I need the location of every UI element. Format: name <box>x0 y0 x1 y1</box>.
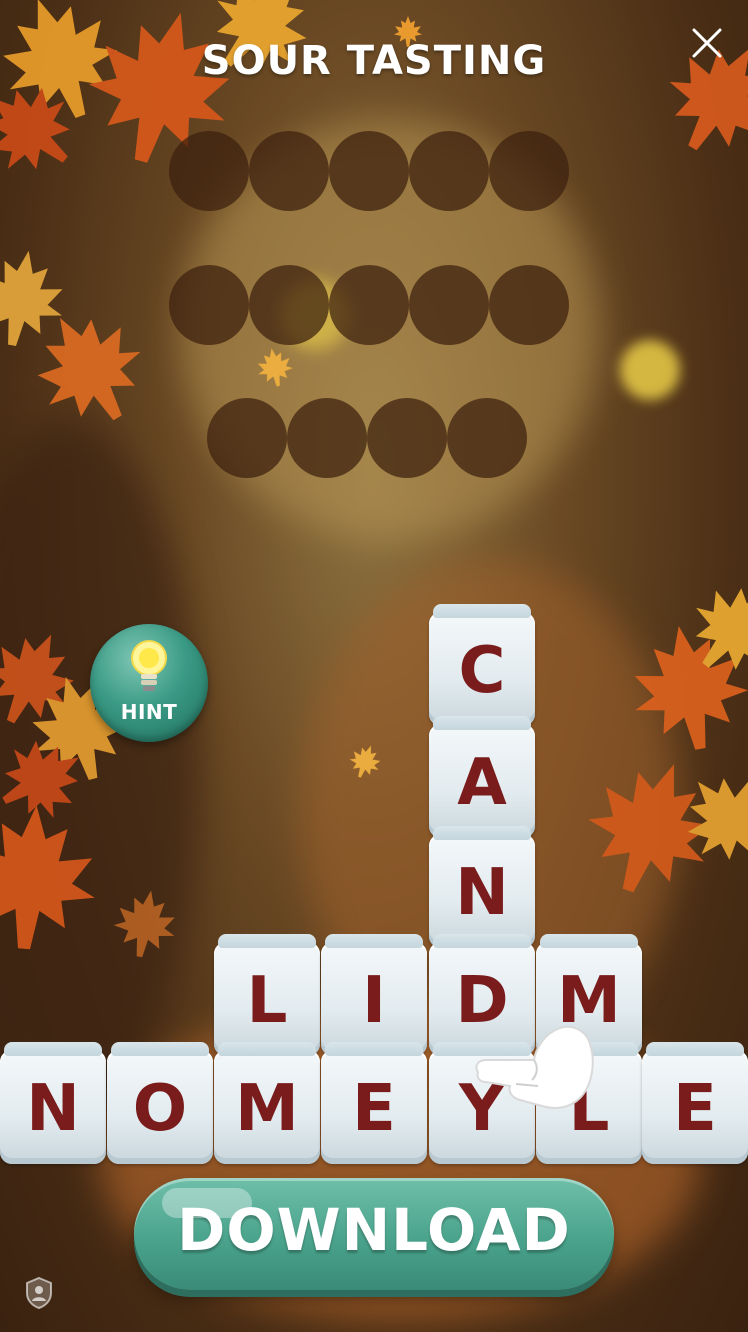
tile-letter: E <box>673 1072 717 1146</box>
letter-slot <box>489 265 569 345</box>
answer-row-3 <box>207 398 527 478</box>
letter-tile[interactable]: N <box>429 826 535 948</box>
letter-tile[interactable]: I <box>321 934 427 1056</box>
letter-slot <box>409 131 489 211</box>
letter-slot <box>489 131 569 211</box>
answer-row-1 <box>169 131 569 211</box>
letter-slot <box>329 265 409 345</box>
hint-label: HINT <box>120 700 178 724</box>
letter-tile[interactable]: L <box>214 934 320 1056</box>
letter-slot <box>287 398 367 478</box>
letter-tile[interactable]: C <box>429 604 535 726</box>
answer-row-2 <box>169 265 569 345</box>
letter-slot <box>207 398 287 478</box>
download-button[interactable]: DOWNLOAD <box>134 1178 614 1290</box>
tile-letter: M <box>235 1072 299 1146</box>
tile-letter: L <box>246 964 288 1038</box>
tile-letter: N <box>26 1072 80 1146</box>
letter-slot <box>169 265 249 345</box>
letter-slot <box>447 398 527 478</box>
letter-slot <box>169 131 249 211</box>
close-icon[interactable] <box>686 22 728 64</box>
letter-tile[interactable]: M <box>214 1042 320 1164</box>
letter-slot <box>249 265 329 345</box>
shield-user-icon[interactable] <box>24 1276 54 1310</box>
letter-slot <box>249 131 329 211</box>
letter-slot <box>367 398 447 478</box>
tile-letter: O <box>132 1072 188 1146</box>
letter-tile[interactable]: E <box>642 1042 748 1164</box>
pointing-hand-icon <box>475 1025 594 1109</box>
letter-tile[interactable]: N <box>0 1042 106 1164</box>
tile-letter: N <box>455 856 509 930</box>
tile-letter: A <box>457 746 507 820</box>
hint-button[interactable]: HINT <box>90 624 208 742</box>
tile-letter: E <box>352 1072 396 1146</box>
tile-letter: I <box>362 964 386 1038</box>
tile-letter: C <box>458 634 506 708</box>
letter-slot <box>409 265 489 345</box>
letter-tile[interactable]: A <box>429 716 535 838</box>
lightbulb-icon <box>131 640 167 691</box>
letter-slot <box>329 131 409 211</box>
letter-tile[interactable]: O <box>107 1042 213 1164</box>
letter-tile[interactable]: E <box>321 1042 427 1164</box>
puzzle-title: SOUR TASTING <box>201 38 547 84</box>
